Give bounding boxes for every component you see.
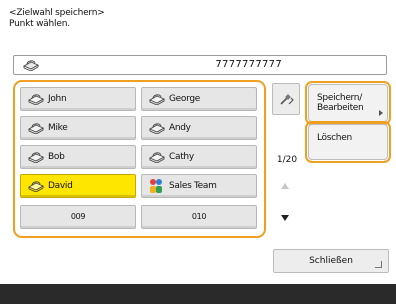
title-line-1: <Zielwahl speichern> (9, 8, 105, 18)
fax-icon (148, 152, 166, 163)
fax-icon (27, 123, 45, 134)
destination-number: 7777777777 (215, 59, 282, 70)
chevron-down-icon (281, 215, 289, 221)
speed-dial-entry-selected[interactable]: David (20, 174, 136, 198)
speed-dial-entry-empty[interactable]: 010 (141, 205, 257, 229)
speed-dial-entry[interactable]: Andy (141, 116, 257, 140)
tools-icon (280, 94, 294, 105)
speed-dial-entry-empty[interactable]: 009 (20, 205, 136, 229)
entry-label: Mike (48, 123, 68, 133)
entry-number: 009 (70, 212, 86, 221)
speed-dial-entry[interactable]: Cathy (141, 145, 257, 169)
speed-dial-entry[interactable]: George (141, 87, 257, 111)
speed-dial-entry[interactable]: Sales Team (141, 174, 257, 198)
fax-icon (27, 181, 45, 192)
scroll-up-button[interactable] (272, 171, 300, 203)
entry-number: 010 (191, 212, 207, 221)
group-icon (150, 179, 162, 193)
destination-field: 7777777777 (13, 55, 387, 75)
fax-icon (27, 94, 45, 105)
screen-title: <Zielwahl speichern> Punkt wählen. (9, 8, 105, 30)
entry-label: John (48, 94, 67, 104)
entry-label: Bob (48, 152, 65, 162)
fax-icon (22, 60, 40, 71)
save-edit-label: Speichern/ Bearbeiten (317, 93, 364, 113)
arrow-right-icon (379, 110, 383, 116)
page-indicator: 1/20 (276, 155, 298, 165)
speed-dial-entry[interactable]: Bob (20, 145, 136, 169)
entry-label: George (169, 94, 201, 104)
fax-icon (148, 94, 166, 105)
speed-dial-entry[interactable]: John (20, 87, 136, 111)
speed-dial-entry[interactable]: Mike (20, 116, 136, 140)
close-button[interactable]: Schließen (273, 249, 389, 273)
entry-label: Andy (169, 123, 191, 133)
delete-button[interactable]: Löschen (305, 121, 391, 163)
title-line-2: Punkt wählen. (9, 19, 70, 29)
entry-label: David (48, 181, 73, 191)
clear-search-button[interactable] (272, 83, 300, 115)
corner-icon (375, 261, 382, 268)
delete-label: Löschen (317, 133, 352, 143)
scroll-down-button[interactable] (272, 204, 300, 234)
status-bar (0, 284, 396, 304)
close-label: Schließen (309, 256, 353, 266)
chevron-up-icon (281, 183, 289, 189)
entry-label: Cathy (169, 152, 194, 162)
entry-label: Sales Team (169, 181, 217, 191)
fax-icon (27, 152, 45, 163)
fax-icon (148, 123, 166, 134)
save-edit-button[interactable]: Speichern/ Bearbeiten (305, 81, 391, 125)
